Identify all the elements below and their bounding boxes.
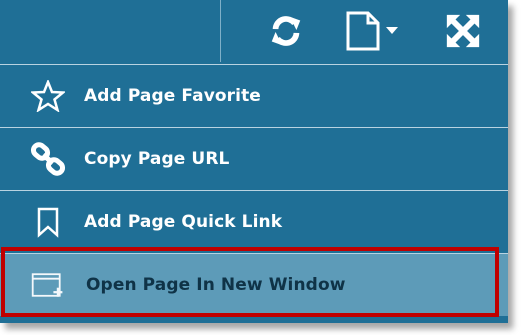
page-options-button[interactable] xyxy=(342,6,402,56)
toolbar-divider xyxy=(220,0,221,62)
page-options-panel: Add Page Favorite Copy Page URL Add Page… xyxy=(0,0,508,323)
menu-item-add-page-favorite[interactable]: Add Page Favorite xyxy=(0,64,508,127)
menu-item-label: Open Page In New Window xyxy=(86,275,346,295)
star-icon xyxy=(30,80,66,112)
new-window-icon xyxy=(30,269,66,301)
page-options-icon xyxy=(346,11,398,51)
bookmark-icon xyxy=(30,206,66,238)
menu-item-label: Add Page Favorite xyxy=(84,86,261,106)
menu-item-label: Copy Page URL xyxy=(84,149,230,169)
menu-item-add-page-quick-link[interactable]: Add Page Quick Link xyxy=(0,190,508,253)
menu-item-open-page-in-new-window[interactable]: Open Page In New Window xyxy=(0,253,508,316)
page-options-menu: Add Page Favorite Copy Page URL Add Page… xyxy=(0,64,508,316)
chevron-down-icon xyxy=(386,27,398,34)
toolbar xyxy=(0,0,508,62)
menu-item-copy-page-url[interactable]: Copy Page URL xyxy=(0,127,508,190)
refresh-button[interactable] xyxy=(256,6,316,56)
menu-item-label: Add Page Quick Link xyxy=(84,212,283,232)
refresh-icon xyxy=(271,16,301,46)
link-icon xyxy=(30,142,66,176)
expand-button[interactable] xyxy=(433,6,493,56)
expand-icon xyxy=(446,14,480,48)
